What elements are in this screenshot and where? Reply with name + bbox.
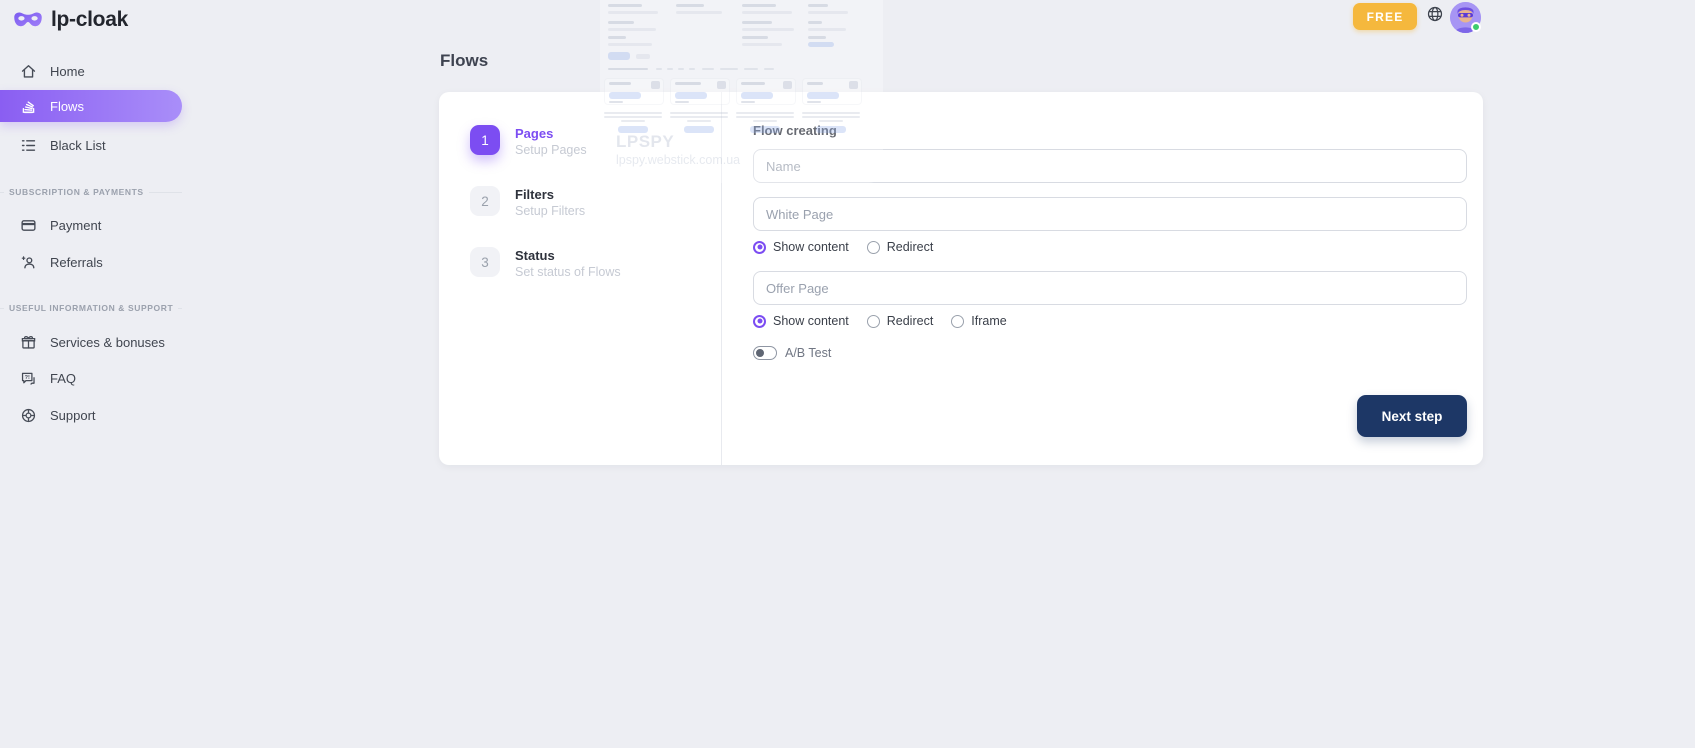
radio-label: Redirect xyxy=(887,240,934,254)
radio-label: Show content xyxy=(773,240,849,254)
language-globe-icon[interactable] xyxy=(1426,5,1444,23)
sidebar-item-payment[interactable]: Payment xyxy=(0,209,182,241)
section-header-support: USEFUL INFORMATION & SUPPORT xyxy=(0,301,182,315)
radio-label: Iframe xyxy=(971,314,1006,328)
section-label: SUBSCRIPTION & PAYMENTS xyxy=(9,187,144,197)
brand-logo[interactable]: lp-cloak xyxy=(13,8,128,32)
home-icon xyxy=(20,63,37,80)
radio-offer-iframe[interactable]: Iframe xyxy=(951,314,1006,328)
radio-dot xyxy=(951,315,964,328)
svg-text:?!: ?! xyxy=(25,375,30,381)
plan-badge[interactable]: FREE xyxy=(1353,3,1417,30)
credit-card-icon xyxy=(20,217,37,234)
radio-label: Redirect xyxy=(887,314,934,328)
step-number: 1 xyxy=(470,125,500,155)
step-subtitle: Setup Pages xyxy=(515,143,587,158)
list-icon xyxy=(20,137,37,154)
radio-dot xyxy=(753,241,766,254)
next-step-button[interactable]: Next step xyxy=(1357,395,1467,437)
radio-dot xyxy=(867,241,880,254)
online-status-dot xyxy=(1471,22,1481,32)
radio-dot xyxy=(753,315,766,328)
radio-white-redirect[interactable]: Redirect xyxy=(867,240,934,254)
sidebar-item-home[interactable]: Home xyxy=(0,55,182,87)
sidebar-item-services-bonuses[interactable]: Services & bonuses xyxy=(0,326,182,358)
ab-test-toggle[interactable] xyxy=(753,346,777,360)
step-status[interactable]: 3 Status Set status of Flows xyxy=(470,247,621,280)
flow-wizard-card: 1 Pages Setup Pages 2 Filters Setup Filt… xyxy=(439,92,1483,465)
sidebar-item-black-list[interactable]: Black List xyxy=(0,129,182,161)
radio-white-show-content[interactable]: Show content xyxy=(753,240,849,254)
sidebar-item-label: Payment xyxy=(50,218,101,233)
step-title: Filters xyxy=(515,186,585,202)
section-header-subscription: SUBSCRIPTION & PAYMENTS xyxy=(0,185,182,199)
page-title: Flows xyxy=(440,51,488,71)
step-number: 3 xyxy=(470,247,500,277)
gift-icon xyxy=(20,334,37,351)
sidebar-item-label: Services & bonuses xyxy=(50,335,165,350)
ab-test-label: A/B Test xyxy=(785,346,831,360)
faq-bubble-icon: ?! xyxy=(20,370,37,387)
white-page-input[interactable] xyxy=(753,197,1467,231)
sidebar: lp-cloak Home Flows Black List SUBSCRIPT… xyxy=(0,0,190,748)
step-subtitle: Setup Filters xyxy=(515,204,585,219)
ab-test-toggle-row[interactable]: A/B Test xyxy=(753,346,831,360)
toggle-knob xyxy=(756,349,764,357)
sidebar-item-flows[interactable]: Flows xyxy=(0,90,182,122)
radio-dot xyxy=(867,315,880,328)
sidebar-item-label: Flows xyxy=(50,99,84,114)
sidebar-item-label: Black List xyxy=(50,138,106,153)
form-title: Flow creating xyxy=(753,123,837,138)
sidebar-item-support[interactable]: Support xyxy=(0,399,182,431)
sidebar-item-label: Support xyxy=(50,408,96,423)
step-title: Status xyxy=(515,247,621,263)
lifebuoy-icon xyxy=(20,407,37,424)
card-divider xyxy=(721,92,722,465)
radio-offer-show-content[interactable]: Show content xyxy=(753,314,849,328)
white-page-mode-group: Show content Redirect xyxy=(753,240,933,254)
flow-name-input[interactable] xyxy=(753,149,1467,183)
radio-label: Show content xyxy=(773,314,849,328)
flows-icon xyxy=(20,98,37,115)
step-filters[interactable]: 2 Filters Setup Filters xyxy=(470,186,585,219)
step-title: Pages xyxy=(515,125,587,141)
sidebar-item-label: Referrals xyxy=(50,255,103,270)
referral-user-icon xyxy=(20,254,37,271)
offer-page-input[interactable] xyxy=(753,271,1467,305)
brand-name: lp-cloak xyxy=(51,8,128,32)
step-subtitle: Set status of Flows xyxy=(515,265,621,280)
step-pages[interactable]: 1 Pages Setup Pages xyxy=(470,125,587,158)
sidebar-item-faq[interactable]: ?! FAQ xyxy=(0,362,182,394)
mask-icon xyxy=(13,10,43,31)
section-label: USEFUL INFORMATION & SUPPORT xyxy=(9,303,173,313)
radio-offer-redirect[interactable]: Redirect xyxy=(867,314,934,328)
offer-page-mode-group: Show content Redirect Iframe xyxy=(753,314,1007,328)
step-number: 2 xyxy=(470,186,500,216)
sidebar-item-label: FAQ xyxy=(50,371,76,386)
sidebar-item-label: Home xyxy=(50,64,85,79)
sidebar-item-referrals[interactable]: Referrals xyxy=(0,246,182,278)
